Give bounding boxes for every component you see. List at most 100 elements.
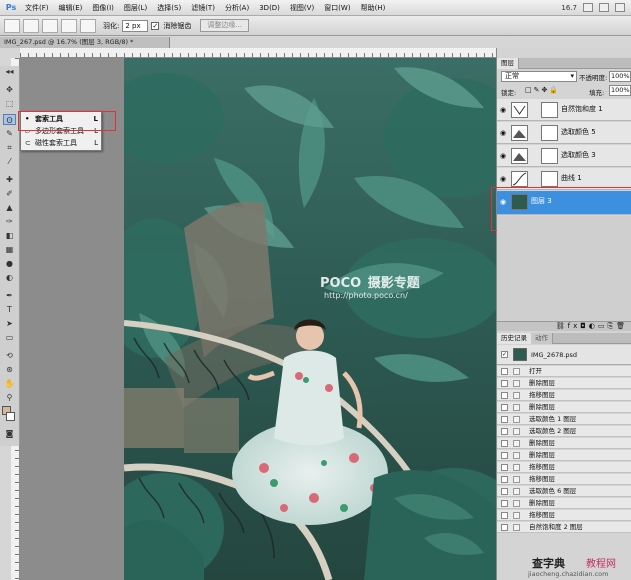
history-step-label: 删除图层 xyxy=(529,439,555,447)
flyout-item-magnetic-lasso[interactable]: ⊂ 磁性套索工具 L xyxy=(23,138,101,149)
history-source-checkbox[interactable] xyxy=(501,500,508,507)
history-source-checkbox[interactable] xyxy=(501,476,508,483)
history-snapshot[interactable]: ✓ IMG_2678.psd xyxy=(497,345,631,365)
eye-icon[interactable]: ◉ xyxy=(500,152,508,160)
shape-tool-icon[interactable]: ▭ xyxy=(3,332,16,343)
history-source-checkbox[interactable] xyxy=(501,404,508,411)
intersect-selection-icon[interactable] xyxy=(80,18,96,33)
zoom-level[interactable]: 16.7 xyxy=(561,4,577,12)
menu-3d[interactable]: 3D(D) xyxy=(254,0,285,16)
fill-input[interactable]: 100% xyxy=(609,85,631,96)
eye-icon[interactable]: ◉ xyxy=(500,106,508,114)
quick-mask-icon[interactable]: ◙ xyxy=(3,428,16,439)
snapshot-checkbox[interactable]: ✓ xyxy=(501,351,508,358)
history-row[interactable]: 删除图层 xyxy=(497,378,631,389)
history-source-checkbox[interactable] xyxy=(501,428,508,435)
crop-tool-icon[interactable]: ⌗ xyxy=(3,142,16,153)
close-icon[interactable] xyxy=(615,3,625,12)
history-brush-icon[interactable]: ✑ xyxy=(3,216,16,227)
history-row[interactable]: 打开 xyxy=(497,366,631,377)
menu-layer[interactable]: 图层(L) xyxy=(119,0,152,16)
marquee-tool-icon[interactable]: ⬚ xyxy=(3,98,16,109)
history-source-checkbox[interactable] xyxy=(501,380,508,387)
history-row[interactable]: 选取颜色 6 图层 xyxy=(497,486,631,497)
menu-file[interactable]: 文件(F) xyxy=(20,0,54,16)
history-row[interactable]: 删除图层 xyxy=(497,438,631,449)
antialias-checkbox[interactable]: ✓ xyxy=(151,21,160,30)
lock-icons[interactable]: □✎✥🔒 xyxy=(525,86,560,94)
lasso-preset-icon[interactable] xyxy=(4,18,20,33)
new-selection-icon[interactable] xyxy=(23,18,39,33)
menu-filter[interactable]: 滤镜(T) xyxy=(186,0,220,16)
history-source-checkbox[interactable] xyxy=(501,452,508,459)
history-row[interactable]: 拖移图层 xyxy=(497,474,631,485)
tab-layers[interactable]: 图层 xyxy=(497,58,519,69)
feather-input[interactable]: 2 px xyxy=(122,19,149,32)
blur-tool-icon[interactable]: ● xyxy=(3,258,16,269)
history-source-checkbox[interactable] xyxy=(501,416,508,423)
tab-history[interactable]: 历史记录 xyxy=(497,333,532,344)
document-tab[interactable]: IMG_267.psd @ 16.7% (图层 3, RGB/8) * xyxy=(0,37,170,48)
maximize-icon[interactable] xyxy=(599,3,609,12)
3d-rotate-tool-icon[interactable]: ⟲ xyxy=(3,350,16,361)
history-row[interactable]: 选取颜色 2 图层 xyxy=(497,426,631,437)
menu-image[interactable]: 图像(I) xyxy=(87,0,119,16)
menu-edit[interactable]: 编辑(E) xyxy=(54,0,88,16)
move-tool-icon[interactable]: ✥ xyxy=(3,84,16,95)
eyedropper-tool-icon[interactable]: ⁄ xyxy=(3,156,16,167)
gradient-tool-icon[interactable]: ▦ xyxy=(3,244,16,255)
stamp-tool-icon[interactable]: ▲ xyxy=(3,202,16,213)
zoom-tool-icon[interactable]: ⚲ xyxy=(3,392,16,403)
path-select-tool-icon[interactable]: ➤ xyxy=(3,318,16,329)
subtract-selection-icon[interactable] xyxy=(61,18,77,33)
history-row[interactable]: 自然饱和度 2 图层 xyxy=(497,522,631,533)
3d-orbit-tool-icon[interactable]: ⊛ xyxy=(3,364,16,375)
history-source-checkbox[interactable] xyxy=(501,464,508,471)
history-row[interactable]: 选取颜色 1 图层 xyxy=(497,414,631,425)
layers-footer-icons[interactable]: ⛓fx◘◐▭⎘🗑 xyxy=(497,321,631,331)
healing-tool-icon[interactable]: ✚ xyxy=(3,174,16,185)
brush-tool-icon[interactable]: ✐ xyxy=(3,188,16,199)
eye-icon[interactable]: ◉ xyxy=(500,129,508,137)
layer-row[interactable]: ◉ 选取颜色 5 xyxy=(497,122,631,144)
blend-mode-select[interactable]: 正常 ▾ xyxy=(501,71,577,82)
hand-tool-icon[interactable]: ✋ xyxy=(3,378,16,389)
menu-view[interactable]: 视图(V) xyxy=(285,0,319,16)
history-row[interactable]: 删除图层 xyxy=(497,450,631,461)
lock-label: 锁定: xyxy=(501,89,517,97)
history-row[interactable]: 删除图层 xyxy=(497,498,631,509)
eye-icon[interactable]: ◉ xyxy=(500,175,508,183)
dodge-tool-icon[interactable]: ◐ xyxy=(3,272,16,283)
menu-select[interactable]: 选择(S) xyxy=(152,0,186,16)
lasso-tool-icon[interactable]: ʘ xyxy=(3,114,16,125)
history-source-checkbox[interactable] xyxy=(501,440,508,447)
panel-collapse-icon[interactable]: ◂◂ xyxy=(3,66,16,77)
history-step-label: 拖移图层 xyxy=(529,475,555,483)
type-tool-icon[interactable]: T xyxy=(3,304,16,315)
opacity-input[interactable]: 100% xyxy=(609,71,631,82)
menu-window[interactable]: 窗口(W) xyxy=(319,0,355,16)
history-row[interactable]: 拖移图层 xyxy=(497,390,631,401)
background-color-swatch[interactable] xyxy=(6,412,15,421)
history-source-checkbox[interactable] xyxy=(501,488,508,495)
history-source-checkbox[interactable] xyxy=(501,392,508,399)
document-photo[interactable]: POCO 摄影专题 http://photo.poco.cn/ xyxy=(124,58,496,580)
history-row[interactable]: 删除图层 xyxy=(497,402,631,413)
add-selection-icon[interactable] xyxy=(42,18,58,33)
minimize-icon[interactable] xyxy=(583,3,593,12)
history-row[interactable]: 拖移图层 xyxy=(497,510,631,521)
layer-row[interactable]: ◉ 自然饱和度 1 xyxy=(497,99,631,121)
menu-analysis[interactable]: 分析(A) xyxy=(220,0,254,16)
pen-tool-icon[interactable]: ✒ xyxy=(3,290,16,301)
history-source-checkbox[interactable] xyxy=(501,368,508,375)
history-row[interactable]: 拖移图层 xyxy=(497,462,631,473)
quick-select-tool-icon[interactable]: ✎ xyxy=(3,128,16,139)
layers-empty-area[interactable] xyxy=(497,216,631,321)
layer-row[interactable]: ◉ 选取颜色 3 xyxy=(497,145,631,167)
history-source-checkbox[interactable] xyxy=(501,512,508,519)
eraser-tool-icon[interactable]: ◧ xyxy=(3,230,16,241)
refine-edge-button[interactable]: 调整边缘... xyxy=(200,19,250,32)
history-source-checkbox[interactable] xyxy=(501,524,508,531)
menu-help[interactable]: 帮助(H) xyxy=(356,0,391,16)
tab-actions[interactable]: 动作 xyxy=(531,333,553,344)
